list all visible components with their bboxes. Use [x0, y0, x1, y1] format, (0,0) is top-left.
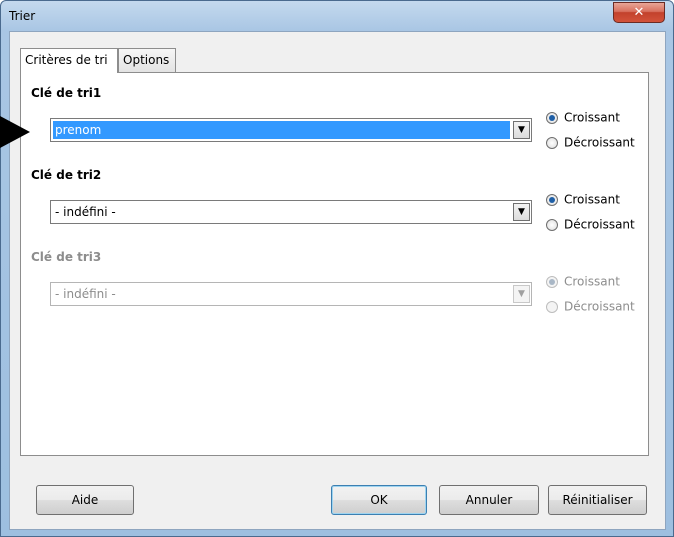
- help-button[interactable]: Aide: [36, 485, 134, 515]
- radio-unchecked-icon[interactable]: [546, 218, 558, 231]
- sort-key-2-descending-label: Décroissant: [564, 217, 635, 232]
- sort-key-1-select[interactable]: prenom ▼: [50, 118, 532, 142]
- title-bar[interactable]: Trier ✕: [1, 1, 673, 31]
- ok-button[interactable]: OK: [331, 485, 427, 515]
- sort-key-2-ascending[interactable]: Croissant: [546, 192, 620, 210]
- chevron-down-icon: ▼: [513, 285, 530, 303]
- sort-key-2-ascending-label: Croissant: [564, 192, 620, 207]
- sort-key-1-descending-label: Décroissant: [564, 135, 635, 150]
- cancel-button[interactable]: Annuler: [439, 485, 539, 515]
- radio-checked-icon: [546, 275, 558, 288]
- tab-options[interactable]: Options: [118, 48, 176, 72]
- sort-key-3-ascending: Croissant: [546, 274, 620, 292]
- radio-checked-icon[interactable]: [546, 193, 558, 206]
- sort-key-1-value: prenom: [53, 121, 510, 139]
- reset-button[interactable]: Réinitialiser: [548, 485, 647, 515]
- sort-key-2-title: Clé de tri2: [31, 168, 102, 182]
- sort-key-1-title: Clé de tri1: [31, 86, 102, 100]
- sort-key-1-ascending[interactable]: Croissant: [546, 110, 620, 128]
- sort-key-3-title: Clé de tri3: [31, 250, 102, 264]
- sort-key-3-value: - indéfini -: [55, 287, 116, 301]
- arrow-right-icon: [0, 116, 30, 148]
- sort-key-3-descending: Décroissant: [546, 299, 635, 317]
- close-icon: ✕: [633, 5, 645, 20]
- sort-key-2-select[interactable]: - indéfini - ▼: [50, 200, 532, 224]
- sort-key-2-value: - indéfini -: [55, 205, 116, 219]
- sort-key-1-ascending-label: Croissant: [564, 110, 620, 125]
- radio-unchecked-icon[interactable]: [546, 136, 558, 149]
- tab-sort-criteria-label: Critères de tri: [25, 53, 108, 67]
- tab-options-label: Options: [123, 53, 170, 67]
- close-button[interactable]: ✕: [613, 2, 665, 23]
- radio-checked-icon[interactable]: [546, 111, 558, 124]
- window-title: Trier: [9, 9, 36, 23]
- sort-criteria-panel: Clé de tri1 prenom ▼ Croissant Décroissa…: [20, 72, 649, 456]
- chevron-down-icon[interactable]: ▼: [513, 203, 530, 221]
- sort-key-3-descending-label: Décroissant: [564, 299, 635, 314]
- sort-key-1-descending[interactable]: Décroissant: [546, 135, 635, 153]
- chevron-down-icon[interactable]: ▼: [513, 121, 530, 139]
- sort-key-2-descending[interactable]: Décroissant: [546, 217, 635, 235]
- sort-key-3-select: - indéfini - ▼: [50, 282, 532, 306]
- radio-unchecked-icon: [546, 300, 558, 313]
- sort-key-3-ascending-label: Croissant: [564, 274, 620, 289]
- tab-sort-criteria[interactable]: Critères de tri: [20, 48, 118, 73]
